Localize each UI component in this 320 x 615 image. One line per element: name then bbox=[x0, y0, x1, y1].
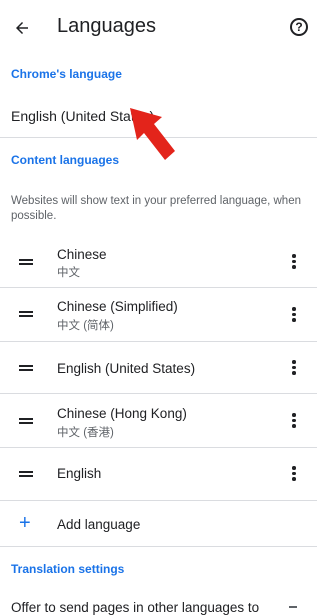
language-name: English (United States) bbox=[57, 361, 196, 376]
section-header-content-languages: Content languages bbox=[11, 153, 120, 167]
add-language-label: Add language bbox=[57, 517, 141, 532]
drag-handle-icon[interactable] bbox=[19, 469, 33, 479]
app-bar: Languages ? bbox=[0, 0, 317, 58]
content-languages-description: Websites will show text in your preferre… bbox=[11, 195, 301, 222]
help-button[interactable]: ? bbox=[290, 18, 308, 36]
drag-handle-icon[interactable] bbox=[19, 416, 33, 426]
translation-offer-setting[interactable]: Offer to send pages in other languages t… bbox=[11, 600, 259, 615]
language-name: Chinese (Hong Kong) bbox=[57, 406, 187, 421]
more-vert-icon[interactable] bbox=[289, 466, 299, 484]
divider bbox=[0, 546, 317, 547]
help-circle-icon: ? bbox=[295, 20, 303, 34]
drag-handle-icon[interactable] bbox=[19, 309, 33, 319]
add-language-button[interactable]: + Add language bbox=[0, 508, 317, 542]
language-row-english-us[interactable]: English (United States) bbox=[0, 342, 317, 392]
arrow-back-icon bbox=[16, 22, 28, 34]
language-name: English bbox=[57, 466, 102, 481]
divider bbox=[0, 500, 317, 501]
section-header-translation-settings: Translation settings bbox=[11, 562, 125, 576]
more-vert-icon[interactable] bbox=[289, 307, 299, 325]
language-row-chinese-hong-kong[interactable]: Chinese (Hong Kong) 中文 (香港) bbox=[0, 394, 317, 446]
language-row-english[interactable]: English bbox=[0, 448, 317, 500]
language-native-name: 中文 (简体) bbox=[57, 320, 114, 332]
drag-handle-icon[interactable] bbox=[19, 257, 33, 267]
more-vert-icon[interactable] bbox=[289, 254, 299, 272]
language-name: Chinese (Simplified) bbox=[57, 299, 178, 314]
more-vert-icon[interactable] bbox=[289, 413, 299, 431]
language-row-chinese-simplified[interactable]: Chinese (Simplified) 中文 (简体) bbox=[0, 288, 317, 340]
page-title: Languages bbox=[57, 15, 156, 37]
more-vert-icon[interactable] bbox=[289, 360, 299, 378]
drag-handle-icon[interactable] bbox=[19, 363, 33, 373]
section-header-chrome-language: Chrome's language bbox=[11, 67, 122, 81]
language-native-name: 中文 (香港) bbox=[57, 427, 114, 439]
plus-icon: + bbox=[19, 512, 31, 534]
translation-offer-toggle[interactable] bbox=[289, 606, 297, 608]
language-row-chinese[interactable]: Chinese 中文 bbox=[0, 236, 317, 286]
language-native-name: 中文 bbox=[57, 267, 80, 279]
back-button[interactable] bbox=[8, 14, 36, 42]
annotation-arrow bbox=[130, 108, 175, 160]
language-name: Chinese bbox=[57, 247, 107, 262]
